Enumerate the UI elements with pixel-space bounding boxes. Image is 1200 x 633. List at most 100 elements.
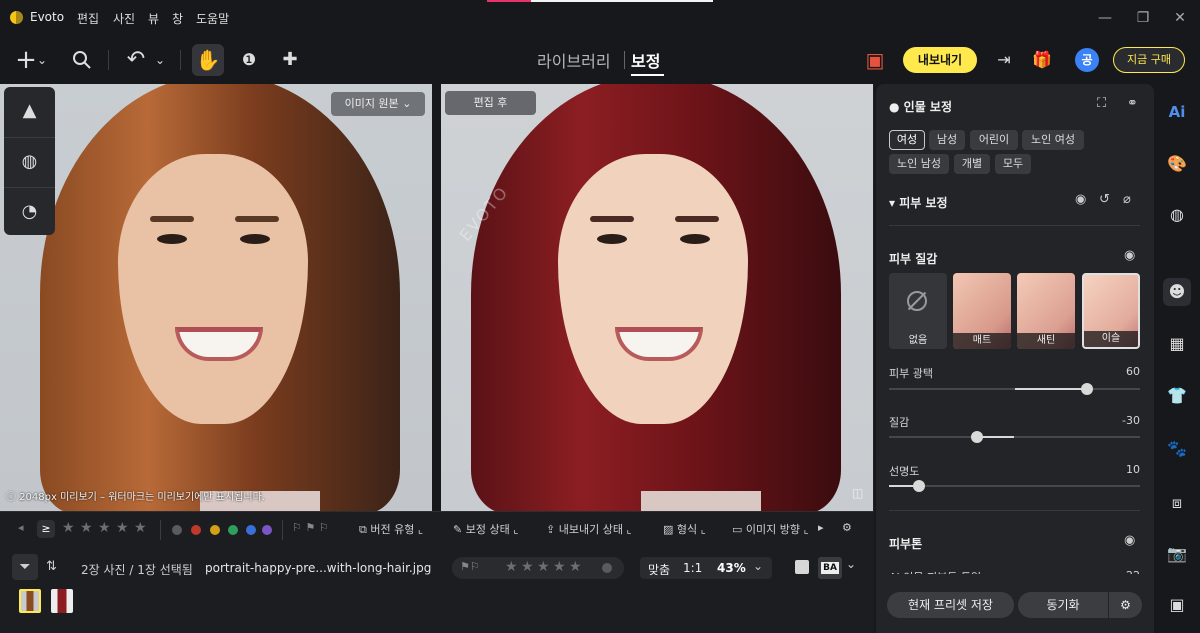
filter-export-status[interactable]: ⇪ 내보내기 상태 ⌞ [546, 521, 632, 537]
search-icon[interactable] [66, 44, 98, 76]
slider-knob[interactable] [1081, 383, 1094, 395]
menu-photo[interactable]: 사진 [113, 10, 135, 27]
paw-icon[interactable]: 🐾 [1163, 435, 1191, 463]
original-dropdown-button[interactable]: 이미지 원본 ⌄ [331, 92, 425, 116]
menu-window[interactable]: 창 [172, 10, 183, 27]
camera-icon[interactable]: 📷 [1163, 540, 1191, 568]
filter-version-type[interactable]: ⧉ 버전 유형 ⌞ [359, 521, 423, 537]
color-dot-blue[interactable] [246, 525, 256, 535]
reset-icon[interactable]: ↺ [1099, 192, 1110, 207]
thumbnail-2[interactable] [51, 589, 73, 613]
export-panel-icon[interactable]: ⇥ [988, 44, 1020, 76]
clarity-slider[interactable] [889, 480, 1140, 492]
star-icon[interactable]: ★ [521, 559, 534, 575]
sync-settings-icon[interactable]: ⚙ [1109, 592, 1142, 618]
color-dot-red[interactable] [191, 525, 201, 535]
canvas-area[interactable]: ▲ ◍ ◔ 이미지 원본 ⌄ ⓘ 2048px 미리보기 – 워터마크는 미리보… [0, 84, 874, 511]
shirt-icon[interactable]: 👕 [1163, 382, 1191, 410]
chip-individual[interactable]: 개별 [954, 154, 990, 174]
skin-gloss-slider[interactable] [889, 383, 1140, 395]
eraser-icon[interactable]: ⌀ [1123, 192, 1131, 207]
filter-edit-status[interactable]: ✎ 보정 상태 ⌞ [453, 521, 518, 537]
hand-icon[interactable]: ✋ [192, 44, 224, 76]
menu-view[interactable]: 뷰 [148, 10, 159, 27]
person-sparkle-icon[interactable]: ▲ [4, 87, 55, 135]
undo-dropdown-icon[interactable]: ⌄ [152, 44, 168, 76]
eye-icon[interactable]: ◉ [1124, 248, 1135, 263]
color-dot-purple[interactable] [262, 525, 272, 535]
eye-icon[interactable]: ◉ [1075, 192, 1086, 207]
star-icon[interactable]: ★ [62, 520, 75, 536]
crop-icon[interactable]: ⧈ [1163, 489, 1191, 517]
pattern-icon[interactable]: ◍ [4, 137, 55, 185]
star-icon[interactable]: ★ [553, 559, 566, 575]
gift-icon[interactable]: 🎁 [1026, 44, 1058, 76]
minimize-button[interactable]: — [1095, 8, 1115, 28]
chip-female[interactable]: 여성 [889, 130, 925, 150]
buy-now-button[interactable]: 지금 구매 [1113, 47, 1185, 73]
flag-icons[interactable]: ⚑⚐ [460, 560, 480, 573]
chip-child[interactable]: 어린이 [970, 130, 1018, 150]
compare-divider[interactable] [432, 84, 441, 511]
star-icon[interactable]: ★ [537, 559, 550, 575]
star-icon[interactable]: ★ [80, 520, 93, 536]
settings-icon[interactable]: ⚙ [842, 521, 852, 534]
eye-icon[interactable]: ◉ [1124, 533, 1135, 548]
scroll-left-icon[interactable]: ◂ [18, 521, 24, 534]
slider-knob[interactable] [913, 480, 926, 492]
face-icon[interactable]: ☻ [1163, 278, 1191, 306]
gift-box-icon[interactable]: ▣ [859, 44, 891, 76]
save-preset-button[interactable]: 현재 프리셋 저장 [887, 592, 1014, 618]
flag-icons[interactable]: ⚐ ⚑ ⚐ [292, 521, 329, 534]
rating-compare-icon[interactable]: ≥ [37, 520, 55, 538]
texture-card-matte[interactable]: 매트 [953, 273, 1011, 349]
grid-icon[interactable]: ▦ [1163, 330, 1191, 358]
zoom-1to1-button[interactable]: 1:1 [683, 561, 702, 575]
chip-senior-male[interactable]: 노인 남성 [889, 154, 949, 174]
chip-male[interactable]: 남성 [929, 130, 965, 150]
sort-icon[interactable]: ⇅ [46, 559, 57, 574]
face-scan-icon[interactable]: ⛶ [1097, 96, 1106, 111]
export-button[interactable]: 내보내기 [903, 47, 977, 73]
star-icon[interactable]: ★ [116, 520, 129, 536]
before-after-toggle[interactable]: BA [818, 557, 842, 579]
chip-all[interactable]: 모두 [995, 154, 1031, 174]
color-dot-yellow[interactable] [210, 525, 220, 535]
compare-view-icon[interactable]: ◫ [852, 486, 863, 500]
slider-knob[interactable] [970, 431, 983, 443]
single-view-icon[interactable] [795, 560, 809, 574]
skin-retouch-header[interactable]: ▾ 피부 보정 [889, 194, 948, 211]
texture-card-satin[interactable]: 새틴 [1017, 273, 1075, 349]
scroll-right-icon[interactable]: ▸ [818, 521, 824, 534]
thumbnail-1[interactable] [19, 589, 41, 613]
restore-button[interactable]: ❐ [1133, 8, 1153, 28]
chevron-down-icon[interactable]: ⌄ [846, 557, 856, 571]
undo-icon[interactable]: ↶ [120, 44, 152, 76]
tab-library[interactable]: 라이브러리 [537, 48, 611, 72]
filter-icon[interactable]: ⏷ [12, 554, 38, 580]
star-icon[interactable]: ★ [134, 520, 147, 536]
sync-button[interactable]: 동기화 [1018, 592, 1108, 618]
star-icon[interactable]: ★ [505, 559, 518, 575]
menu-help[interactable]: 도움말 [196, 10, 229, 27]
star-icon[interactable]: ★ [569, 559, 582, 575]
stamp-icon[interactable]: ❶ [233, 44, 265, 76]
star-icon[interactable]: ★ [98, 520, 111, 536]
ai-icon[interactable]: Ai [1163, 98, 1191, 126]
pattern-icon[interactable]: ◍ [1163, 201, 1191, 229]
color-dot-gray[interactable] [172, 525, 182, 535]
texture-card-dew[interactable]: 이슬 [1082, 273, 1140, 349]
zoom-level[interactable]: 43% [717, 561, 746, 575]
menu-edit[interactable]: 편집 [77, 10, 99, 27]
palette-icon[interactable]: 🎨 [1163, 150, 1191, 178]
texture-card-none[interactable]: 없음 [889, 273, 947, 349]
close-button[interactable]: ✕ [1170, 8, 1190, 28]
avatar[interactable]: 공 [1075, 48, 1099, 72]
texture-slider[interactable] [889, 431, 1140, 443]
filter-orientation[interactable]: ▭ 이미지 방향 ⌞ [732, 521, 809, 537]
color-dot-green[interactable] [228, 525, 238, 535]
filter-format[interactable]: ▨ 형식 ⌞ [663, 521, 706, 537]
gallery-icon[interactable]: ▣ [1163, 591, 1191, 619]
zoom-fit-button[interactable]: 맞춤 [648, 561, 670, 578]
tab-edit[interactable]: 보정 [631, 48, 660, 72]
